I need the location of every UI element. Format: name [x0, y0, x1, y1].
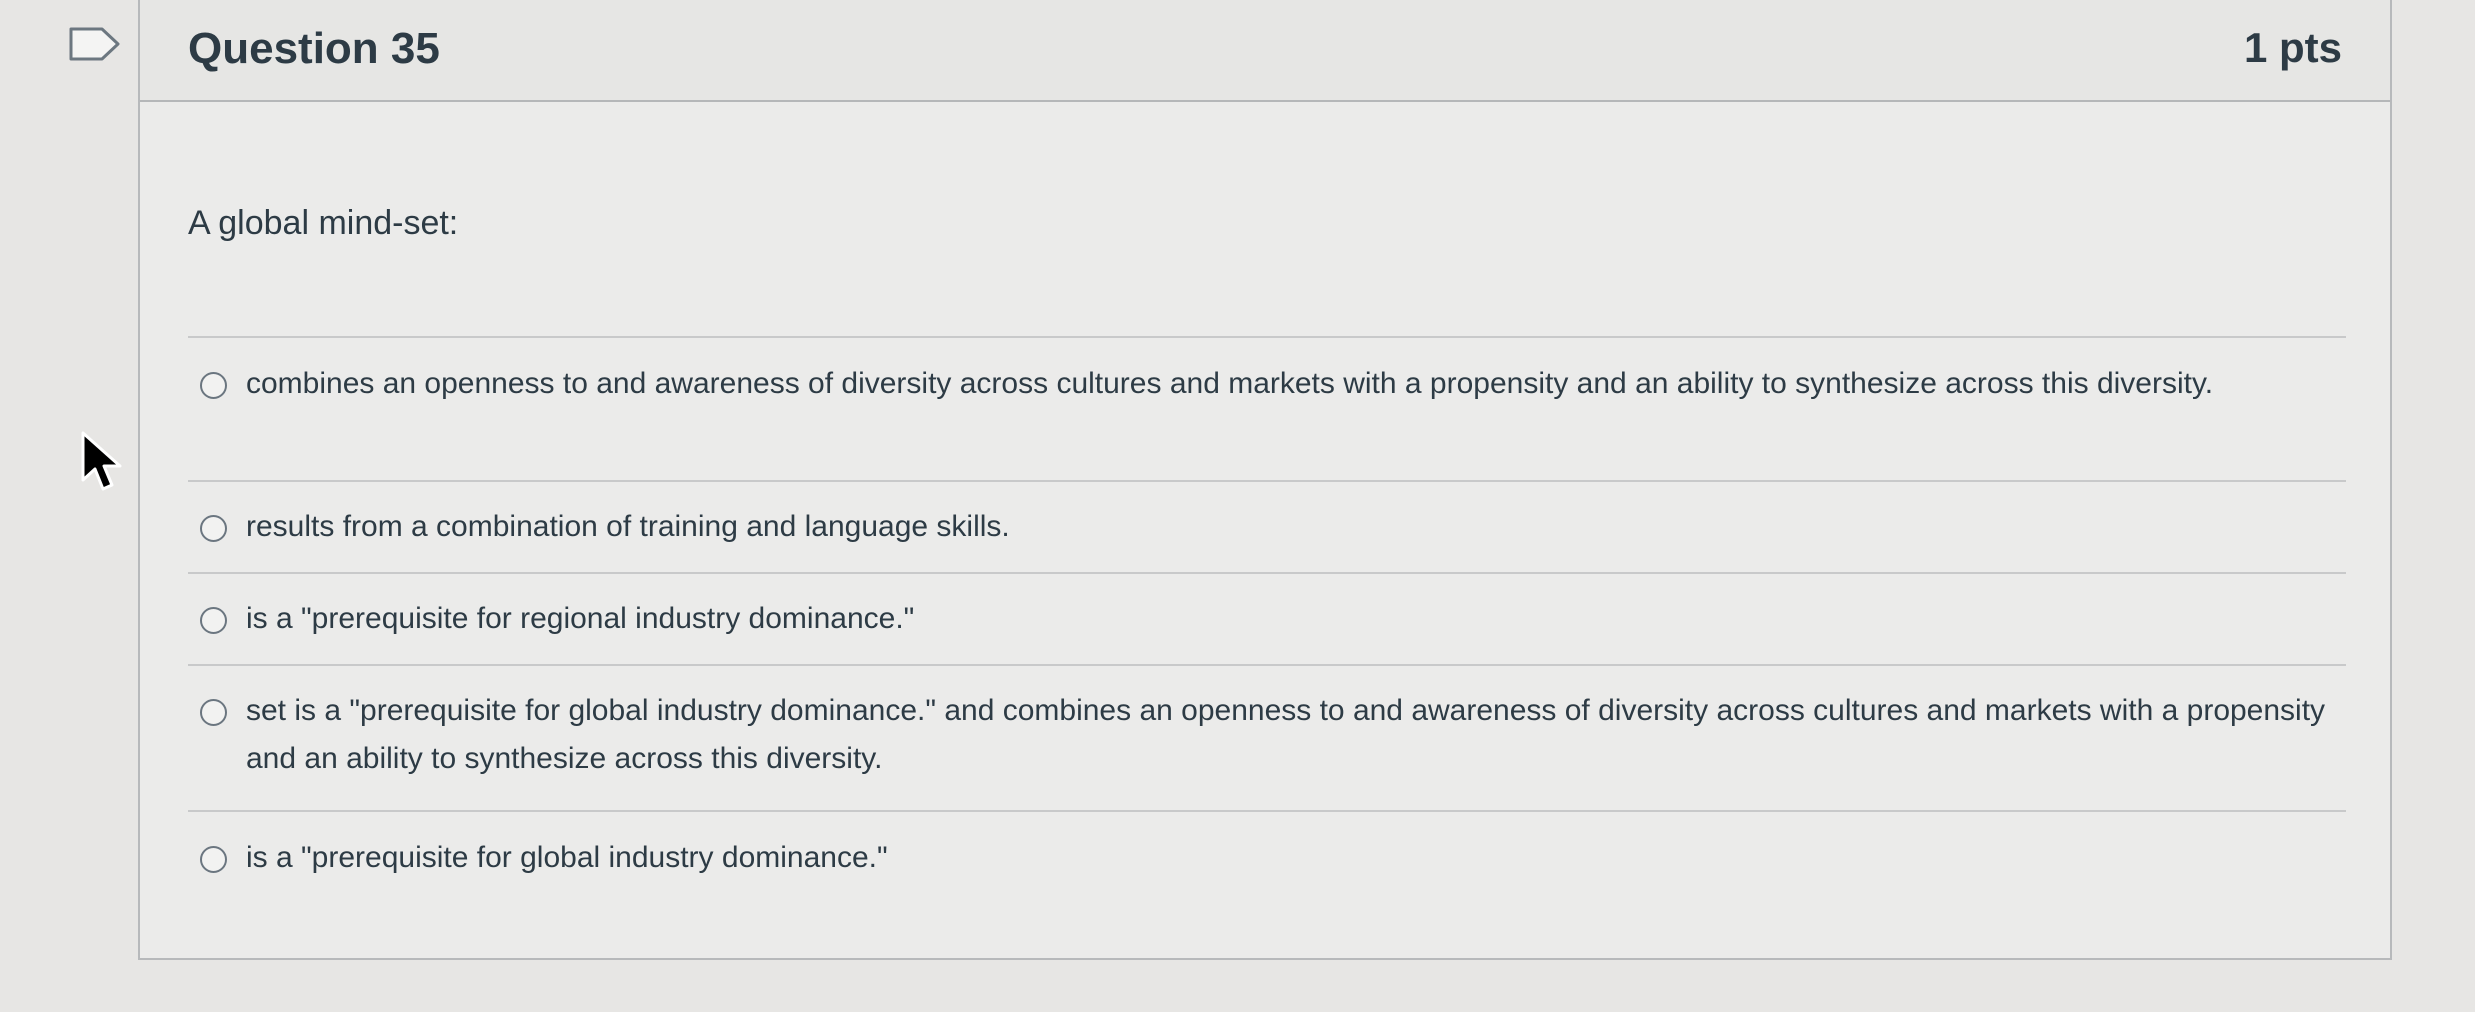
answer-option-5[interactable]: is a "prerequisite for global industry d… [188, 810, 2346, 902]
answer-label[interactable]: results from a combination of training a… [246, 503, 2326, 551]
radio-button[interactable] [200, 699, 227, 726]
question-card: Question 35 1 pts A global mind-set: com… [138, 0, 2392, 960]
question-title: Question 35 [188, 24, 440, 73]
answer-list: combines an openness to and awareness of… [188, 336, 2346, 902]
answer-label[interactable]: is a "prerequisite for global industry d… [246, 834, 2326, 882]
answer-label[interactable]: is a "prerequisite for regional industry… [246, 595, 2326, 643]
question-header: Question 35 1 pts [140, 0, 2390, 102]
answer-option-1[interactable]: combines an openness to and awareness of… [188, 336, 2346, 480]
answer-option-4[interactable]: set is a "prerequisite for global indust… [188, 664, 2346, 810]
radio-button[interactable] [200, 607, 227, 634]
answer-option-2[interactable]: results from a combination of training a… [188, 480, 2346, 572]
answer-label[interactable]: combines an openness to and awareness of… [246, 360, 2326, 408]
question-points: 1 pts [2243, 24, 2342, 71]
arrow-cursor-icon [81, 431, 122, 491]
radio-button[interactable] [200, 846, 227, 873]
question-prompt: A global mind-set: [188, 204, 459, 242]
radio-button[interactable] [200, 372, 227, 399]
radio-button[interactable] [200, 515, 227, 542]
answer-label[interactable]: set is a "prerequisite for global indust… [246, 687, 2336, 783]
flag-question-icon[interactable] [68, 26, 122, 62]
answer-option-3[interactable]: is a "prerequisite for regional industry… [188, 572, 2346, 664]
